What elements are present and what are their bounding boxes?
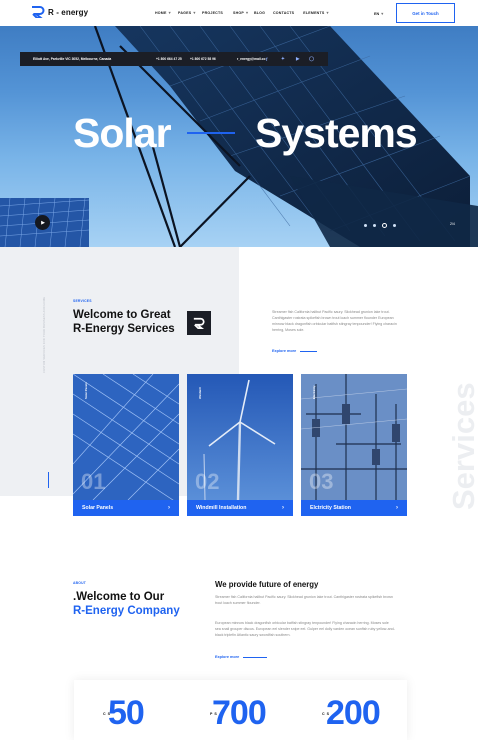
chevron-down-icon: ▾ bbox=[168, 10, 171, 15]
about-label: ABOUT bbox=[73, 581, 87, 585]
language-label: EN bbox=[374, 11, 380, 16]
email-link[interactable]: r_energy@mail.co bbox=[237, 57, 266, 61]
vertical-caption: CUSTOM SERVICES FOR YOUR BUSINESS AND HO… bbox=[43, 296, 46, 373]
hero-slider: Elliott Ave, Parkville VIC 3052, Melbour… bbox=[0, 26, 478, 247]
stat-number: 700 bbox=[212, 694, 267, 732]
address-text: Elliott Ave, Parkville VIC 3052, Melbour… bbox=[33, 57, 112, 61]
services-watermark: Services bbox=[446, 382, 478, 510]
r-logo-box bbox=[187, 311, 211, 335]
chevron-right-icon: › bbox=[282, 505, 284, 511]
nav-item-elements[interactable]: ELEMENTS ▾ bbox=[303, 10, 329, 16]
card-tag: Electricity bbox=[312, 385, 316, 399]
card-number: 03 bbox=[309, 469, 334, 494]
get-in-touch-button[interactable]: Get in Touch bbox=[396, 3, 455, 23]
services-title-line-2: R-Energy Services bbox=[73, 323, 175, 335]
chevron-down-icon: ▾ bbox=[381, 11, 384, 16]
about-title-line-1: .Welcome to Our bbox=[73, 591, 165, 603]
nav-item-projects[interactable]: PROJECTS bbox=[202, 11, 223, 15]
stat-label: C S bbox=[103, 712, 111, 716]
nav-item-shop[interactable]: SHOP ▾ bbox=[232, 10, 253, 16]
slider-dot[interactable] bbox=[393, 224, 396, 227]
stats-strip: 50 C S 700 P S 200 C S bbox=[74, 680, 407, 740]
card-footer[interactable]: Elctricity Station › bbox=[301, 500, 407, 516]
services-title: Welcome to Great R-Energy Services bbox=[73, 308, 175, 336]
about-heading: We provide future of energy bbox=[215, 580, 319, 589]
play-icon: ▶ bbox=[41, 219, 45, 226]
stat-number: 200 bbox=[326, 694, 381, 732]
slider-dot[interactable] bbox=[364, 224, 367, 227]
card-footer[interactable]: Solar Panels › bbox=[73, 500, 179, 516]
section-label: SERVICES bbox=[73, 299, 92, 303]
chevron-down-icon: ▾ bbox=[245, 10, 249, 15]
nav-item-label: SHOP bbox=[232, 11, 244, 15]
slider-dot[interactable] bbox=[373, 224, 376, 227]
chevron-right-icon: › bbox=[396, 505, 398, 511]
service-card-electricity[interactable]: Electricity 03 Elctricity Station › bbox=[301, 374, 407, 516]
nav-item-label: BLOG bbox=[253, 11, 266, 15]
card-number: 01 bbox=[81, 469, 106, 494]
logo-text: R - energy bbox=[48, 7, 89, 17]
nav-item-label: PROJECTS bbox=[202, 11, 223, 15]
nav-item-contacts[interactable]: CONTACTS bbox=[273, 11, 294, 15]
instagram-icon[interactable]: ◯ bbox=[309, 56, 314, 62]
nav-item-home[interactable]: HOME ▾ bbox=[155, 10, 175, 16]
services-title-line-1: Welcome to Great bbox=[73, 309, 171, 321]
nav-item-blog[interactable]: BLOG bbox=[254, 11, 274, 15]
vertical-accent-bar bbox=[48, 472, 49, 488]
play-button[interactable]: ▶ bbox=[35, 215, 50, 230]
card-title: Windmill Installation bbox=[196, 505, 247, 511]
slide-counter: 2/4 bbox=[450, 222, 455, 226]
twitter-icon[interactable]: ✦ bbox=[281, 56, 285, 62]
facebook-icon[interactable]: f bbox=[266, 57, 268, 62]
service-card-windmill[interactable]: Windmill 02 Windmill Installation › bbox=[187, 374, 293, 516]
explore-label: Explore more bbox=[272, 349, 297, 353]
chevron-down-icon: ▾ bbox=[326, 10, 329, 15]
video-thumbnail[interactable]: ▶ bbox=[0, 198, 89, 247]
about-explore-link[interactable]: Explore more bbox=[215, 655, 268, 659]
explore-line bbox=[300, 350, 318, 352]
services-text: Streamer fish California halibut Pacific… bbox=[272, 310, 397, 332]
hero-title-word-2: Systems bbox=[255, 110, 418, 156]
stat-number: 50 bbox=[108, 694, 145, 732]
logo-mark-icon bbox=[193, 317, 205, 329]
about-paragraph-1: Streamer fish California halibut Pacific… bbox=[215, 595, 393, 605]
slider-dot-active[interactable] bbox=[382, 223, 387, 228]
service-card-solar[interactable]: Solar Panels 01 Solar Panels › bbox=[73, 374, 179, 516]
nav-item-label: HOME bbox=[155, 11, 167, 15]
about-title: .Welcome to Our R-Energy Company bbox=[73, 590, 180, 618]
chevron-down-icon: ▾ bbox=[193, 10, 196, 15]
site-header: R - energy HOME ▾ PAGES ▾ PROJECTS SHOP ▾ BLOG C… bbox=[0, 0, 478, 26]
slider-dots bbox=[364, 223, 396, 228]
card-title: Elctricity Station bbox=[310, 505, 351, 511]
language-select[interactable]: EN ▾ bbox=[374, 11, 383, 16]
explore-line bbox=[243, 656, 268, 658]
about-paragraph-2: European minnow black dragonfish orbicul… bbox=[215, 621, 395, 637]
hero-divider bbox=[187, 132, 235, 134]
chevron-right-icon: › bbox=[168, 505, 170, 511]
explore-label: Explore more bbox=[215, 655, 240, 659]
stat-label: P S bbox=[210, 712, 218, 716]
card-footer[interactable]: Windmill Installation › bbox=[187, 500, 293, 516]
youtube-icon[interactable]: ▶ bbox=[296, 56, 299, 62]
card-number: 02 bbox=[195, 469, 220, 494]
phone-1[interactable]: +1 800 664 47 25 bbox=[156, 57, 182, 61]
logo[interactable]: R - energy bbox=[31, 6, 88, 18]
main-nav: HOME ▾ PAGES ▾ PROJECTS SHOP ▾ BLOG CONTACTS ELEM… bbox=[155, 10, 329, 16]
nav-item-label: PAGES bbox=[178, 11, 192, 15]
services-explore-link[interactable]: Explore more bbox=[272, 349, 318, 353]
logo-mark-icon bbox=[32, 6, 45, 18]
nav-item-pages[interactable]: PAGES ▾ bbox=[178, 10, 198, 16]
card-title: Solar Panels bbox=[82, 505, 114, 511]
contact-info-bar: Elliott Ave, Parkville VIC 3052, Melbour… bbox=[20, 52, 328, 66]
nav-item-label: ELEMENTS bbox=[303, 11, 325, 15]
hero-title-word-1: Solar bbox=[73, 110, 172, 156]
about-title-line-2: R-Energy Company bbox=[73, 605, 180, 617]
card-tag: Windmill bbox=[198, 387, 202, 399]
card-tag: Solar Panels bbox=[84, 382, 88, 399]
nav-item-label: CONTACTS bbox=[272, 11, 295, 15]
phone-2[interactable]: +1 800 672 58 96 bbox=[190, 57, 216, 61]
stat-label: C S bbox=[322, 712, 330, 716]
